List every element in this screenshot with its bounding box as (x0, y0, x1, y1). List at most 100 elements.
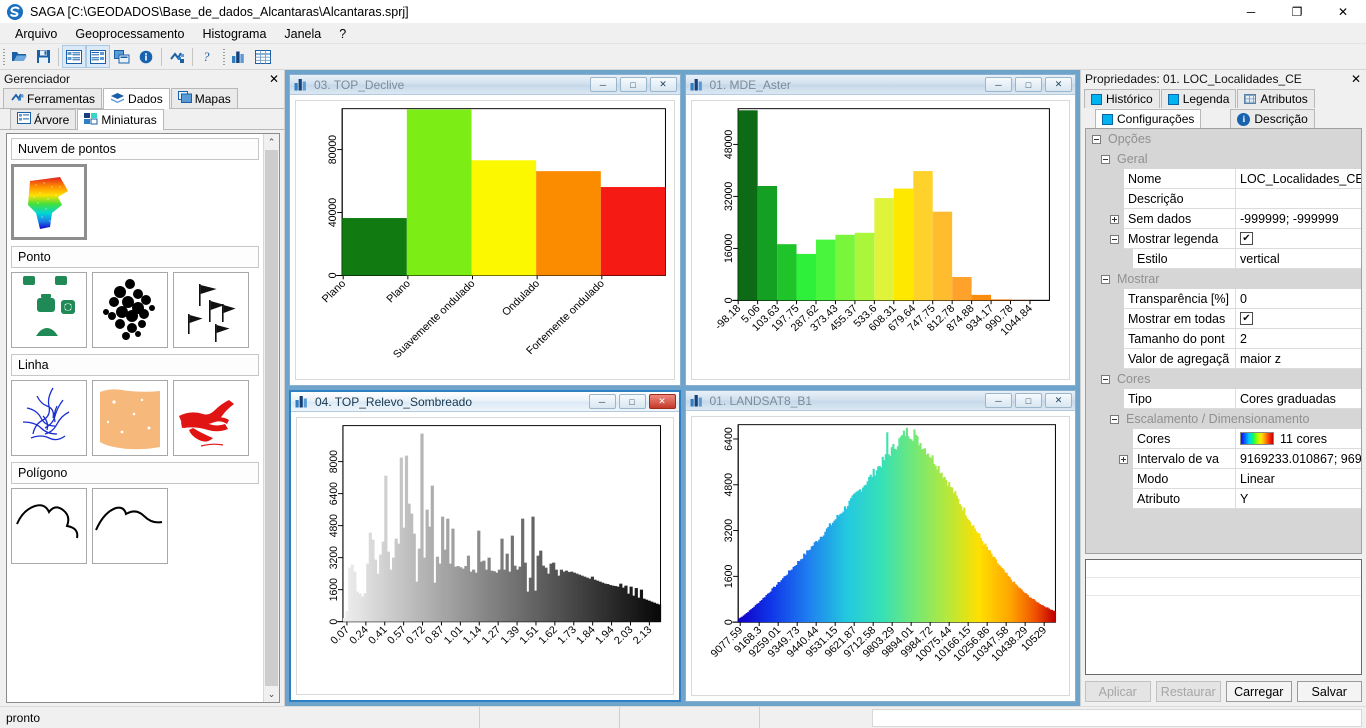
show-manager-icon[interactable] (62, 45, 86, 68)
child-minimize-button[interactable]: ─ (985, 393, 1012, 408)
property-value[interactable]: Linear (1236, 469, 1361, 489)
expander-toggle-icon[interactable] (1086, 149, 1115, 169)
menu-janela[interactable]: Janela (275, 25, 330, 43)
tab-dados[interactable]: Dados (103, 88, 170, 109)
menu-arquivo[interactable]: Arquivo (6, 25, 66, 43)
histogram-icon[interactable] (227, 45, 251, 68)
color-ramp-swatch[interactable] (1240, 432, 1274, 445)
tab-legenda[interactable]: Legenda (1160, 89, 1237, 108)
plus-icon[interactable] (1109, 214, 1119, 224)
child-minimize-button[interactable]: ─ (985, 77, 1012, 92)
tab-mapas[interactable]: Mapas (170, 88, 238, 108)
child-minimize-button[interactable]: ─ (589, 77, 617, 92)
subtab-arvore[interactable]: Árvore (10, 109, 77, 129)
group-nuvem-de-pontos[interactable]: Nuvem de pontos (11, 138, 259, 160)
child-window-top-relevo[interactable]: 04. TOP_Relevo_Sombreado ─ □ ✕ 0 1600 3200… (289, 390, 681, 702)
tab-atributos[interactable]: Atributos (1237, 89, 1315, 108)
property-row[interactable]: Intervalo de va 9169233.010867; 9690750. (1086, 449, 1361, 469)
maximize-button[interactable]: ❐ (1274, 0, 1320, 24)
property-value[interactable]: -999999; -999999 (1236, 209, 1361, 229)
child-window-mde-aster[interactable]: 01. MDE_Aster ─ □ ✕ 0 16000 32000 48000 -98.… (684, 74, 1076, 386)
child-window-top-declive[interactable]: 03. TOP_Declive ─ □ ✕ 0 40000 80000 Plano Pl… (289, 74, 681, 386)
thumbnail-outline-shape-1[interactable] (11, 488, 87, 564)
child-restore-button[interactable]: □ (1015, 77, 1042, 92)
tab-descricao[interactable]: i Descrição (1230, 109, 1315, 128)
minus-icon[interactable] (1100, 154, 1110, 164)
property-value[interactable]: vertical (1236, 249, 1361, 269)
child-window-landsat8-b1[interactable]: 01. LANDSAT8_B1 ─ □ ✕ 0 1600 3200 4800 6400 9… (684, 390, 1076, 702)
property-value[interactable]: 0 (1236, 289, 1361, 309)
property-group-row[interactable]: Mostrar (1086, 269, 1361, 289)
expander-toggle-icon[interactable] (1086, 369, 1115, 389)
property-group-row[interactable]: Escalamento / Dimensionamento (1086, 409, 1361, 429)
table-icon[interactable] (251, 45, 275, 68)
property-row[interactable]: Mostrar legenda ✔ (1086, 229, 1361, 249)
child-restore-button[interactable]: □ (618, 394, 646, 409)
group-poligono[interactable]: Polígono (11, 462, 259, 484)
thumbnail-green-symbols[interactable] (11, 272, 87, 348)
checkbox-checked-icon[interactable]: ✔ (1240, 232, 1253, 245)
menu-histograma[interactable]: Histograma (193, 25, 275, 43)
thumbnail-scrollbar[interactable]: ⌃ ⌄ (263, 134, 279, 702)
thumbnail-red-roads[interactable] (173, 380, 249, 456)
thumbnail-orange-fill[interactable] (92, 380, 168, 456)
plus-icon[interactable] (1118, 454, 1128, 464)
scrollbar-thumb[interactable] (265, 150, 278, 686)
expander-toggle-icon[interactable] (1086, 229, 1124, 249)
property-row[interactable]: Transparência [%] 0 (1086, 289, 1361, 309)
close-button[interactable]: ✕ (1320, 0, 1366, 24)
property-value[interactable]: 9169233.010867; 9690750. (1236, 449, 1361, 469)
restore-button[interactable]: Restaurar (1155, 681, 1221, 702)
thumbnail-black-blobs[interactable] (92, 272, 168, 348)
property-row[interactable]: Mostrar em todas ✔ (1086, 309, 1361, 329)
minus-icon[interactable] (1100, 374, 1110, 384)
group-ponto[interactable]: Ponto (11, 246, 259, 268)
scroll-up-icon[interactable]: ⌃ (264, 134, 280, 150)
checkbox-checked-icon[interactable]: ✔ (1240, 312, 1253, 325)
property-value[interactable]: Cores graduadas (1236, 389, 1361, 409)
child-close-button[interactable]: ✕ (648, 394, 676, 409)
property-row[interactable]: Estilo vertical (1086, 249, 1361, 269)
help-key-icon[interactable]: ? (196, 45, 220, 68)
save-disk-icon[interactable] (31, 45, 55, 68)
group-linha[interactable]: Linha (11, 354, 259, 376)
child-minimize-button[interactable]: ─ (588, 394, 616, 409)
expander-toggle-icon[interactable] (1086, 209, 1124, 229)
thumbnail-outline-shape-2[interactable] (92, 488, 168, 564)
child-close-button[interactable]: ✕ (1045, 393, 1072, 408)
load-button[interactable]: Carregar (1226, 681, 1292, 702)
expander-toggle-icon[interactable] (1086, 449, 1133, 469)
property-row[interactable]: Cores 11 cores (1086, 429, 1361, 449)
property-row[interactable]: Nome LOC_Localidades_CE (1086, 169, 1361, 189)
menu-help[interactable]: ? (330, 25, 355, 43)
minimize-button[interactable]: ─ (1228, 0, 1274, 24)
property-row[interactable]: Tamanho do pont 2 (1086, 329, 1361, 349)
child-close-button[interactable]: ✕ (1045, 77, 1072, 92)
tab-configuracoes[interactable]: Configurações (1095, 109, 1202, 128)
property-row[interactable]: Atributo Y (1086, 489, 1361, 509)
property-group-row[interactable]: Opções (1086, 129, 1361, 149)
thumbnail-blue-rivers[interactable] (11, 380, 87, 456)
tab-ferramentas[interactable]: Ferramentas (3, 88, 103, 108)
tab-historico[interactable]: Histórico (1084, 89, 1160, 108)
manager-close-icon[interactable]: ✕ (266, 72, 282, 86)
properties-notes-box[interactable] (1085, 559, 1362, 675)
expander-toggle-icon[interactable] (1086, 129, 1106, 149)
property-value[interactable]: 2 (1236, 329, 1361, 349)
property-value[interactable] (1236, 189, 1361, 209)
minus-icon[interactable] (1091, 134, 1101, 144)
minus-icon[interactable] (1100, 274, 1110, 284)
minus-icon[interactable] (1109, 234, 1119, 244)
show-properties-icon[interactable] (86, 45, 110, 68)
property-row[interactable]: Tipo Cores graduadas (1086, 389, 1361, 409)
property-value[interactable]: Y (1236, 489, 1361, 509)
property-group-row[interactable]: Geral (1086, 149, 1361, 169)
info-icon[interactable] (134, 45, 158, 68)
property-value[interactable]: 11 cores (1236, 429, 1361, 449)
scroll-down-icon[interactable]: ⌄ (264, 686, 280, 702)
child-restore-button[interactable]: □ (1015, 393, 1042, 408)
tool-chain-icon[interactable] (165, 45, 189, 68)
open-folder-icon[interactable] (7, 45, 31, 68)
properties-table[interactable]: Opções Geral Nome LOC_Localidades_CE Descriç… (1085, 128, 1362, 554)
property-row[interactable]: Descrição (1086, 189, 1361, 209)
